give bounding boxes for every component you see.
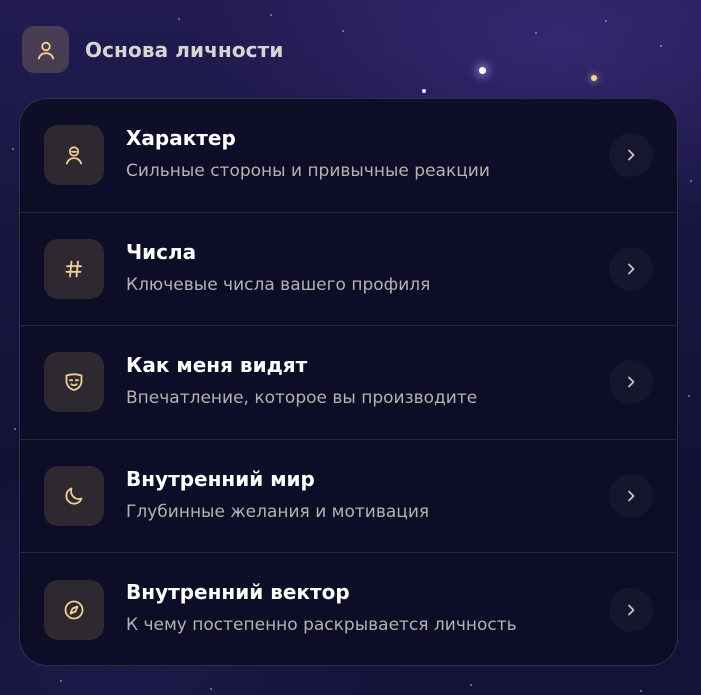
menu-item-numbers[interactable]: Числа Ключевые числа вашего профиля: [20, 213, 677, 327]
menu-card: Характер Сильные стороны и привычные реа…: [19, 98, 678, 666]
menu-item-subtitle: Глубинные желания и мотивация: [126, 501, 430, 522]
menu-item-inner-vector[interactable]: Внутренний вектор К чему постепенно раск…: [20, 553, 677, 665]
section-title: Основа личности: [85, 37, 284, 62]
menu-item-title: Характер: [126, 126, 236, 150]
star-decoration: [178, 18, 180, 20]
menu-item-subtitle: Ключевые числа вашего профиля: [126, 274, 431, 295]
chevron-right-icon[interactable]: [609, 474, 653, 518]
star-decoration: [688, 395, 690, 397]
star-decoration: [342, 30, 344, 32]
menu-item-title: Числа: [126, 239, 197, 264]
chevron-right-icon[interactable]: [609, 133, 653, 177]
star-decoration: [660, 45, 662, 47]
star-decoration: [422, 89, 426, 93]
star-decoration: [210, 688, 212, 690]
section-header: Основа личности: [22, 26, 283, 73]
star-decoration: [690, 180, 692, 182]
person-icon: [22, 26, 69, 73]
hash-icon: [44, 238, 104, 299]
menu-item-character[interactable]: Характер Сильные стороны и привычные реа…: [20, 99, 677, 213]
menu-item-subtitle: Впечатление, которое вы производите: [126, 388, 478, 409]
star-decoration: [470, 684, 472, 686]
menu-item-perception[interactable]: Как меня видят Впечатление, которое вы п…: [20, 326, 677, 440]
star-decoration: [60, 680, 62, 682]
compass-icon: [44, 580, 104, 641]
menu-item-title: Внутренний вектор: [126, 580, 350, 605]
menu-item-title: Как меня видят: [126, 353, 308, 378]
star-decoration: [605, 20, 607, 22]
star-decoration: [535, 32, 537, 34]
star-decoration: [591, 75, 597, 81]
face-icon: [44, 125, 104, 186]
chevron-right-icon[interactable]: [609, 360, 653, 404]
star-decoration: [14, 428, 16, 430]
mask-icon: [44, 352, 104, 413]
star-decoration: [270, 14, 272, 16]
chevron-right-icon[interactable]: [609, 588, 653, 632]
menu-item-subtitle: Сильные стороны и привычные реакции: [126, 161, 490, 181]
menu-item-inner-world[interactable]: Внутренний мир Глубинные желания и мотив…: [20, 440, 677, 554]
star-decoration: [12, 148, 14, 150]
star-decoration: [640, 690, 642, 692]
menu-item-subtitle: К чему постепенно раскрывается личность: [126, 615, 517, 636]
star-decoration: [479, 67, 486, 74]
menu-item-title: Внутренний мир: [126, 466, 315, 491]
moon-icon: [44, 466, 104, 527]
chevron-right-icon[interactable]: [609, 247, 653, 291]
